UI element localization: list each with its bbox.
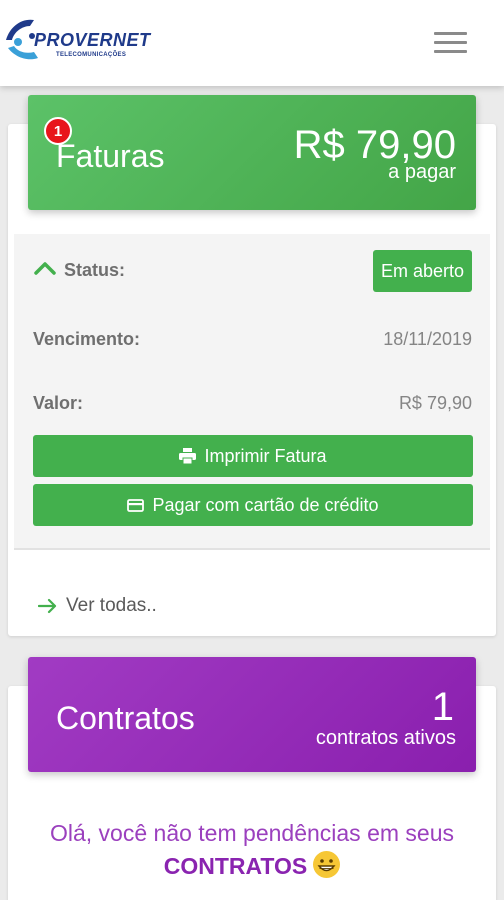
arrow-right-icon xyxy=(38,598,57,614)
hamburger-menu-icon[interactable] xyxy=(432,28,470,56)
contratos-title: Contratos xyxy=(56,700,195,736)
due-date-value: 18/11/2019 xyxy=(383,329,472,349)
printer-icon xyxy=(179,448,197,464)
chevron-up-icon[interactable] xyxy=(34,261,56,275)
contratos-message-strong: CONTRATOS xyxy=(0,851,504,880)
faturas-title: Faturas xyxy=(56,138,165,174)
brand-name: PROVERNET xyxy=(34,30,151,50)
provernet-logo[interactable]: PROVERNET TELECOMUNICAÇÕES xyxy=(4,12,174,68)
top-bar: PROVERNET TELECOMUNICAÇÕES xyxy=(0,0,504,86)
status-label: Status: xyxy=(64,260,126,280)
value-label: Valor: xyxy=(33,393,84,413)
pay-credit-card-label: Pagar com cartão de crédito xyxy=(152,494,379,515)
see-all-invoices-link[interactable]: Ver todas.. xyxy=(38,594,157,618)
faturas-amount-caption: a pagar xyxy=(388,161,456,183)
due-date-label: Vencimento: xyxy=(33,329,141,349)
fatura-details: Status: Em aberto Vencimento: 18/11/2019… xyxy=(14,234,490,550)
brand-subtitle: TELECOMUNICAÇÕES xyxy=(56,52,127,58)
print-invoice-button[interactable]: Imprimir Fatura xyxy=(33,435,473,477)
grinning-face-icon xyxy=(313,851,341,878)
faturas-header[interactable]: 1 Faturas R$ 79,90 a pagar xyxy=(28,95,476,210)
credit-card-icon xyxy=(127,498,145,512)
status-badge: Em aberto xyxy=(372,250,472,292)
contratos-strong-label: CONTRATOS xyxy=(163,853,308,879)
contratos-message: Olá, você não tem pendências em seus xyxy=(49,820,454,846)
print-invoice-label: Imprimir Fatura xyxy=(204,445,327,466)
pay-credit-card-button[interactable]: Pagar com cartão de crédito xyxy=(33,484,473,526)
value-amount: R$ 79,90 xyxy=(398,393,472,413)
contratos-header[interactable]: Contratos 1 contratos ativos xyxy=(28,657,476,772)
contratos-count-caption: contratos ativos xyxy=(315,727,456,749)
contratos-count: 1 xyxy=(431,685,454,729)
see-all-label: Ver todas.. xyxy=(66,595,157,616)
